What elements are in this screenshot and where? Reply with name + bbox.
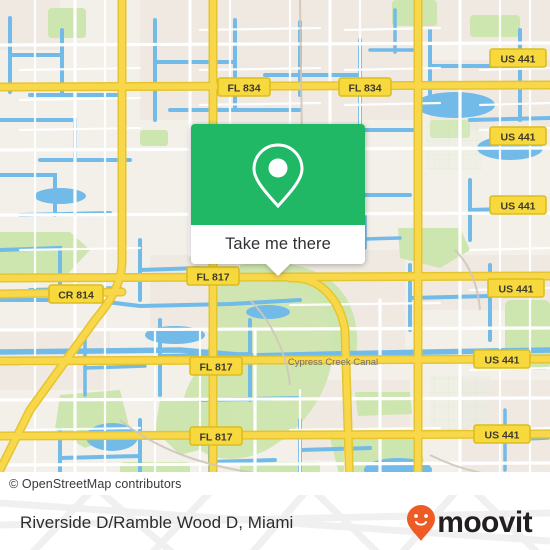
road-shield: CR 814 bbox=[48, 284, 104, 304]
svg-text:FL 817: FL 817 bbox=[196, 272, 229, 284]
svg-text:US 441: US 441 bbox=[500, 54, 535, 66]
svg-text:FL 817: FL 817 bbox=[199, 432, 232, 444]
svg-text:CR 814: CR 814 bbox=[58, 290, 94, 302]
svg-text:US 441: US 441 bbox=[500, 201, 535, 213]
road-shield: FL 817 bbox=[186, 266, 240, 286]
road-shield: FL 817 bbox=[189, 356, 243, 376]
osm-attribution-text[interactable]: © OpenStreetMap contributors bbox=[0, 477, 182, 491]
road-shield: US 441 bbox=[473, 424, 531, 444]
take-me-there-label: Take me there bbox=[225, 235, 331, 253]
road-shield: US 441 bbox=[489, 48, 547, 68]
road-shield: FL 834 bbox=[217, 77, 271, 97]
map-label-cypress-creek-canal: Cypress Creek Canal bbox=[288, 357, 378, 368]
svg-text:FL 834: FL 834 bbox=[348, 83, 381, 95]
take-me-there-popup[interactable]: Take me there bbox=[191, 124, 365, 276]
footer-bar: Riverside D/Ramble Wood D, Miami moovit bbox=[0, 495, 550, 550]
road-shield: US 441 bbox=[473, 349, 531, 369]
map-screen: Cypress Creek Canal FL 834 FL 834 US 441 bbox=[0, 0, 550, 550]
svg-text:FL 817: FL 817 bbox=[199, 362, 232, 374]
moovit-logo[interactable]: moovit bbox=[406, 504, 533, 542]
road-shield: US 441 bbox=[489, 126, 547, 146]
map-attribution-bar: © OpenStreetMap contributors bbox=[0, 472, 550, 495]
road-shield: FL 817 bbox=[189, 426, 243, 446]
road-shield: US 441 bbox=[487, 278, 545, 298]
popup-pointer bbox=[265, 263, 291, 276]
popup-action-bar[interactable]: Take me there bbox=[191, 225, 365, 276]
svg-text:US 441: US 441 bbox=[500, 132, 535, 144]
svg-text:US 441: US 441 bbox=[484, 430, 519, 442]
svg-text:US 441: US 441 bbox=[498, 284, 533, 296]
popup-icon-panel bbox=[191, 124, 365, 225]
moovit-wordmark: moovit bbox=[437, 505, 532, 539]
road-shield: US 441 bbox=[489, 195, 547, 215]
place-name-label: Riverside D/Ramble Wood D, Miami bbox=[20, 512, 294, 532]
map-pin-icon bbox=[252, 142, 304, 208]
moovit-smiling-pin-icon bbox=[407, 504, 436, 541]
road-shield: FL 834 bbox=[338, 77, 392, 97]
svg-text:FL 834: FL 834 bbox=[227, 83, 260, 95]
svg-text:US 441: US 441 bbox=[484, 355, 519, 367]
